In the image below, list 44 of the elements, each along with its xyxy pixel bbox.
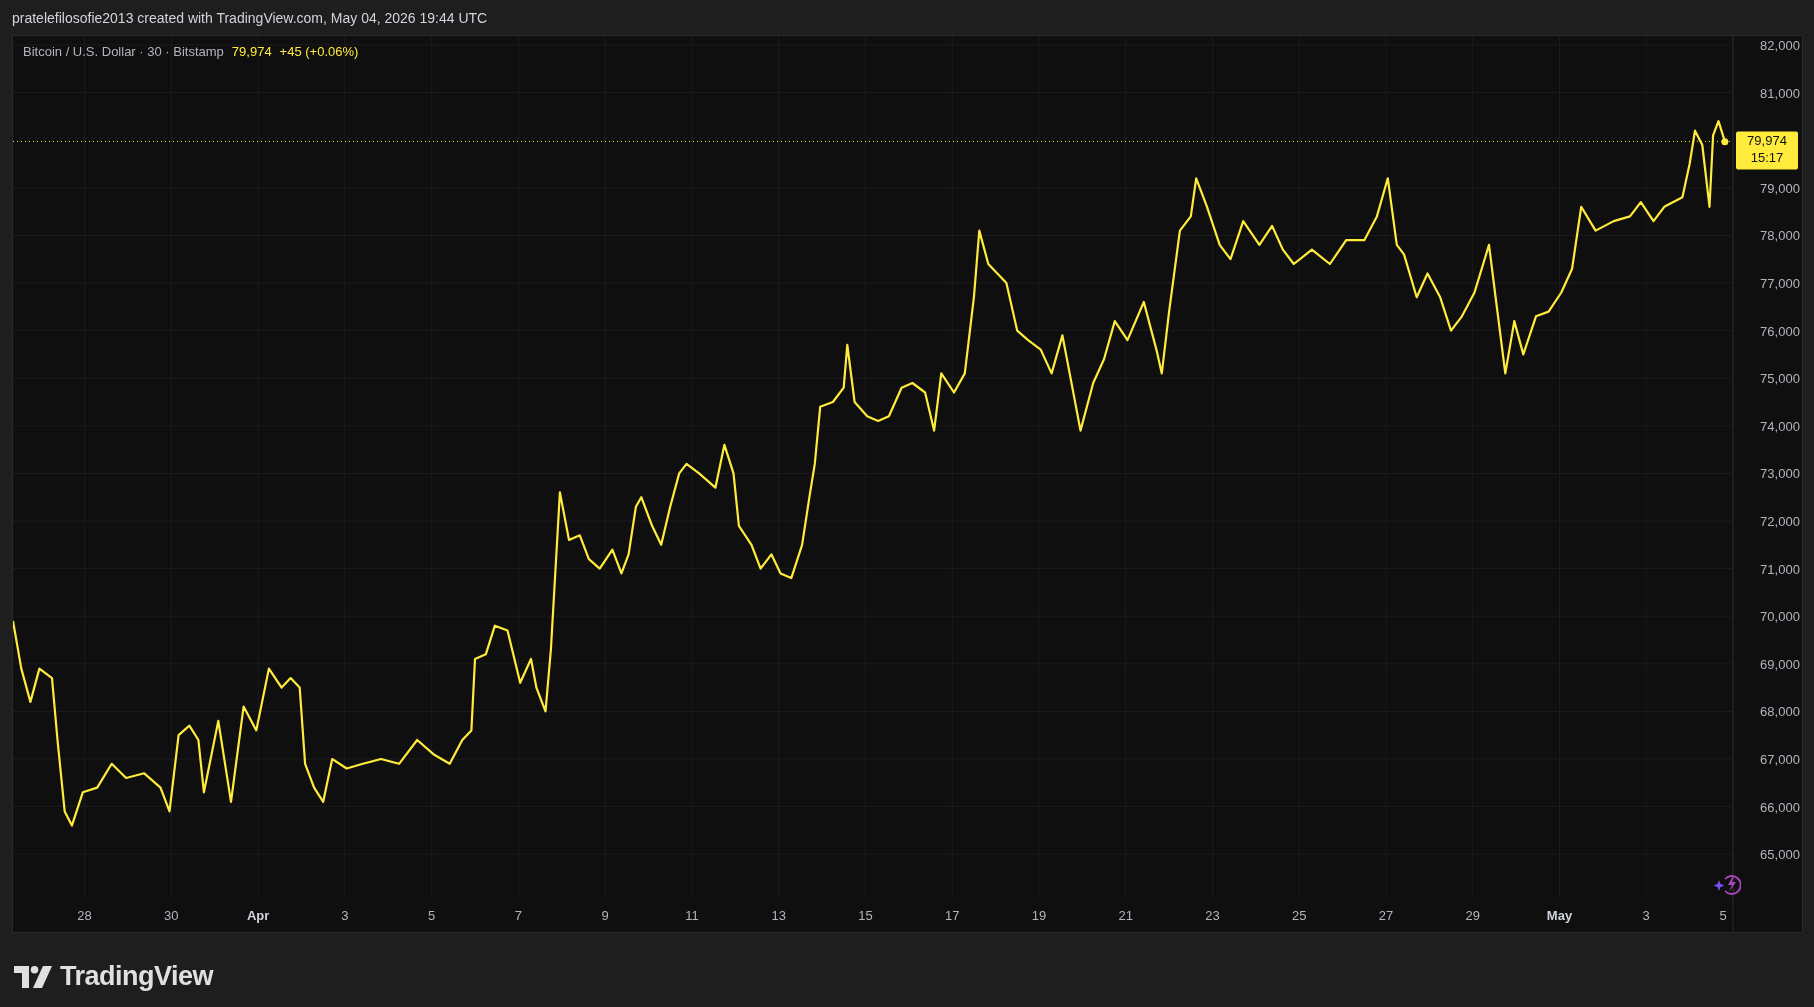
price-axis-label: 77,000 [1760,276,1800,291]
time-axis-label: 30 [164,908,179,923]
time-axis-label: 7 [514,908,522,923]
time-axis-label: 13 [771,908,786,923]
time-axis-label: 27 [1378,908,1394,923]
time-axis-label: 25 [1291,908,1307,923]
time-axis-label: 9 [601,908,609,923]
price-axis-label: 65,000 [1760,847,1800,863]
ref-line-label: 79,974 [1747,133,1787,149]
price-axis-label: 66,000 [1760,799,1800,815]
price-axis-label: 67,000 [1760,752,1800,767]
price-axis-label: 73,000 [1760,466,1800,482]
tradingview-logo-text: TradingView [60,961,214,992]
time-axis-label: 3 [341,908,349,923]
time-axis-label: 29 [1465,908,1480,923]
last-price: 79,974 [231,44,272,59]
time-axis-label: 17 [944,908,960,923]
price-axis-label: 69,000 [1760,656,1800,672]
chart-credit: pratelefilosofie2013 created with TradingView.com, May 04, 2026 19:44 UTC [12,9,489,28]
price-axis-label: 82,000 [1760,38,1800,53]
time-axis-label: 11 [685,908,699,923]
time-axis-label: 5 [1719,908,1727,923]
time-axis-label: May [1546,908,1573,923]
price-change: +45 (+0.06%) [279,44,359,59]
time-axis-label: 19 [1031,908,1047,923]
time-axis-label: 23 [1205,908,1220,923]
time-axis-label: Apr [246,908,270,923]
price-axis-label: 70,000 [1760,609,1800,625]
time-axis-label: 28 [77,908,92,923]
price-axis-label: 78,000 [1760,228,1800,244]
price-axis-label: 71,000 [1760,561,1800,577]
time-axis-label: 21 [1118,908,1133,923]
price-tag: 79,974 15:17 [1736,131,1798,170]
time-axis-label: 15 [858,908,873,923]
price-axis-label: 72,000 [1760,514,1800,529]
price-axis-label: 74,000 [1760,418,1800,434]
time-axis-label: 3 [1642,908,1650,923]
price-axis-label: 68,000 [1760,704,1800,720]
symbol-title: Bitcoin / U.S. Dollar · 30 · Bitstamp [23,44,224,59]
price-axis-label: 79,000 [1760,180,1800,196]
price-axis-label: 75,000 [1760,371,1800,387]
price-axis-label: 81,000 [1760,85,1800,101]
time-axis-label: 5 [428,908,436,923]
price-axis-label: 76,000 [1760,323,1800,339]
